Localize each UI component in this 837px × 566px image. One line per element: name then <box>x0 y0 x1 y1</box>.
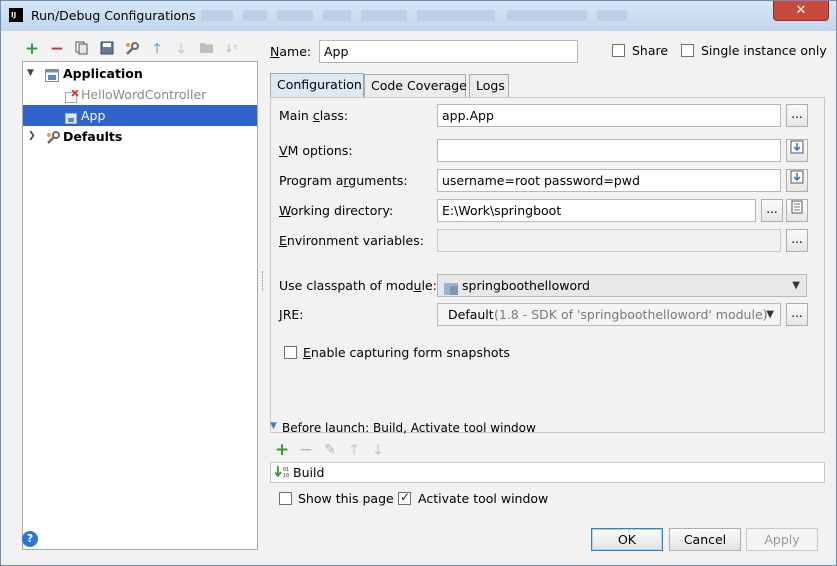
help-icon[interactable]: ? <box>22 531 38 547</box>
classpath-module-dropdown[interactable]: springboothelloword ▼ <box>437 274 807 297</box>
remove-task-icon: − <box>298 440 314 460</box>
move-up-icon[interactable]: 🡑 <box>149 41 165 57</box>
collapse-triangle-icon[interactable]: ▼ <box>270 421 277 431</box>
move-task-up-icon: 🡑 <box>350 442 358 458</box>
background-menu-blur <box>201 10 233 21</box>
application-icon <box>45 67 59 82</box>
show-this-page-checkbox[interactable] <box>279 492 292 505</box>
edit-environment-button[interactable]: ... <box>786 229 808 252</box>
tree-item-label: HelloWordController <box>81 87 207 102</box>
working-directory-label: Working directory: <box>279 203 394 218</box>
remove-icon[interactable]: − <box>49 41 65 58</box>
invalid-config-icon <box>65 88 79 103</box>
activate-tool-window-checkbox[interactable] <box>398 490 411 505</box>
tree-item-label: Application <box>63 66 143 81</box>
jre-label: JRE: <box>279 307 304 322</box>
tree-item-application[interactable]: ▼ Application <box>23 63 257 84</box>
svg-text:10: 10 <box>283 473 289 479</box>
close-button[interactable]: ✕ <box>773 1 829 21</box>
chevron-down-icon[interactable]: ▼ <box>27 63 37 84</box>
share-label: Share <box>632 43 669 58</box>
expand-arguments-icon[interactable] <box>786 169 808 192</box>
dialog-content: + − 🡑 🡓 ↓ᶻ ▼ Application HelloWordContro… <box>8 31 830 559</box>
chevron-down-icon: ▼ <box>792 280 800 291</box>
environment-variables-field <box>437 229 781 252</box>
macro-icon[interactable] <box>786 199 808 222</box>
build-icon: 01 10 <box>274 465 291 482</box>
tree-item-defaults[interactable]: ❯ Defaults <box>23 126 257 147</box>
jre-dropdown[interactable]: Default (1.8 - SDK of 'springboothellowo… <box>437 303 781 326</box>
configuration-tree[interactable]: ▼ Application HelloWordController App ❯ <box>22 61 258 550</box>
vm-options-label: VM options: <box>279 143 353 158</box>
background-menu-blur <box>277 10 313 21</box>
sort-icon: ↓ᶻ <box>224 42 238 55</box>
list-item[interactable]: Build <box>293 465 324 480</box>
application-icon <box>65 109 79 124</box>
module-icon <box>444 280 458 301</box>
before-launch-header[interactable]: Before launch: Build, Activate tool wind… <box>282 421 536 435</box>
background-menu-blur <box>597 10 627 21</box>
add-task-icon[interactable]: + <box>274 442 290 459</box>
browse-jre-button[interactable]: ... <box>786 303 808 326</box>
tree-item-app[interactable]: App <box>23 105 257 126</box>
copy-icon[interactable] <box>74 41 90 57</box>
title-bar[interactable]: IJ Run/Debug Configurations ✕ <box>1 1 836 31</box>
background-menu-blur <box>417 10 495 21</box>
main-class-label: Main class: <box>279 108 349 123</box>
activate-tool-window-label: Activate tool window <box>418 491 549 506</box>
browse-main-class-button[interactable]: ... <box>786 104 808 127</box>
jre-hint: (1.8 - SDK of 'springboothelloword' modu… <box>494 307 768 322</box>
background-menu-blur <box>243 10 267 21</box>
before-launch-list[interactable]: 01 10 Build <box>270 462 825 483</box>
wrench-icon <box>45 130 60 144</box>
single-instance-checkbox[interactable] <box>681 44 694 57</box>
vm-options-field[interactable] <box>437 139 781 162</box>
wrench-icon[interactable] <box>124 41 140 57</box>
tab-code-coverage[interactable]: Code Coverage <box>364 74 467 97</box>
ok-button[interactable]: OK <box>591 528 663 551</box>
background-menu-blur <box>507 10 587 21</box>
program-arguments-field[interactable]: username=root password=pwd <box>437 169 781 192</box>
single-instance-label: Single instance only <box>701 43 827 58</box>
working-directory-field[interactable]: E:\Work\springboot <box>437 199 756 222</box>
save-icon[interactable] <box>99 41 115 57</box>
apply-button: Apply <box>746 528 818 551</box>
splitter-handle[interactable] <box>262 271 264 291</box>
tree-item-hellowordcontroller[interactable]: HelloWordController <box>23 84 257 105</box>
intellij-icon: IJ <box>9 8 23 22</box>
folder-icon <box>198 41 214 57</box>
main-class-field[interactable]: app.App <box>437 104 781 127</box>
name-label: Name: <box>270 44 312 59</box>
program-arguments-label: Program arguments: <box>279 173 408 188</box>
move-task-down-icon: 🡓 <box>374 442 382 458</box>
add-icon[interactable]: + <box>24 41 40 58</box>
dialog-window: IJ Run/Debug Configurations ✕ + − 🡑 🡓 ↓ᶻ <box>0 0 837 566</box>
tab-configuration[interactable]: Configuration <box>270 73 364 97</box>
tree-item-label: App <box>81 108 106 123</box>
capture-snapshots-label: Enable capturing form snapshots <box>303 345 510 360</box>
tree-item-label: Defaults <box>63 129 123 144</box>
chevron-right-icon[interactable]: ❯ <box>28 126 38 147</box>
window-title: Run/Debug Configurations <box>31 8 196 23</box>
show-this-page-label: Show this page <box>298 491 394 506</box>
cancel-button[interactable]: Cancel <box>669 528 741 551</box>
edit-task-icon: ✎ <box>324 442 336 458</box>
expand-vm-options-icon[interactable] <box>786 139 808 162</box>
chevron-down-icon: ▼ <box>766 309 774 320</box>
classpath-module-label: Use classpath of module: <box>279 278 437 293</box>
name-field[interactable]: App <box>319 40 578 63</box>
background-menu-blur <box>361 10 407 21</box>
jre-value: Default <box>448 307 494 322</box>
background-menu-blur <box>323 10 351 21</box>
classpath-module-value: springboothelloword <box>462 278 590 293</box>
divider <box>270 431 825 432</box>
browse-directory-button[interactable]: ... <box>761 199 783 222</box>
move-down-icon: 🡓 <box>177 41 185 57</box>
environment-variables-label: Environment variables: <box>279 233 424 248</box>
share-checkbox[interactable] <box>612 44 625 57</box>
tab-logs[interactable]: Logs <box>469 74 509 97</box>
capture-snapshots-checkbox[interactable] <box>284 346 297 359</box>
